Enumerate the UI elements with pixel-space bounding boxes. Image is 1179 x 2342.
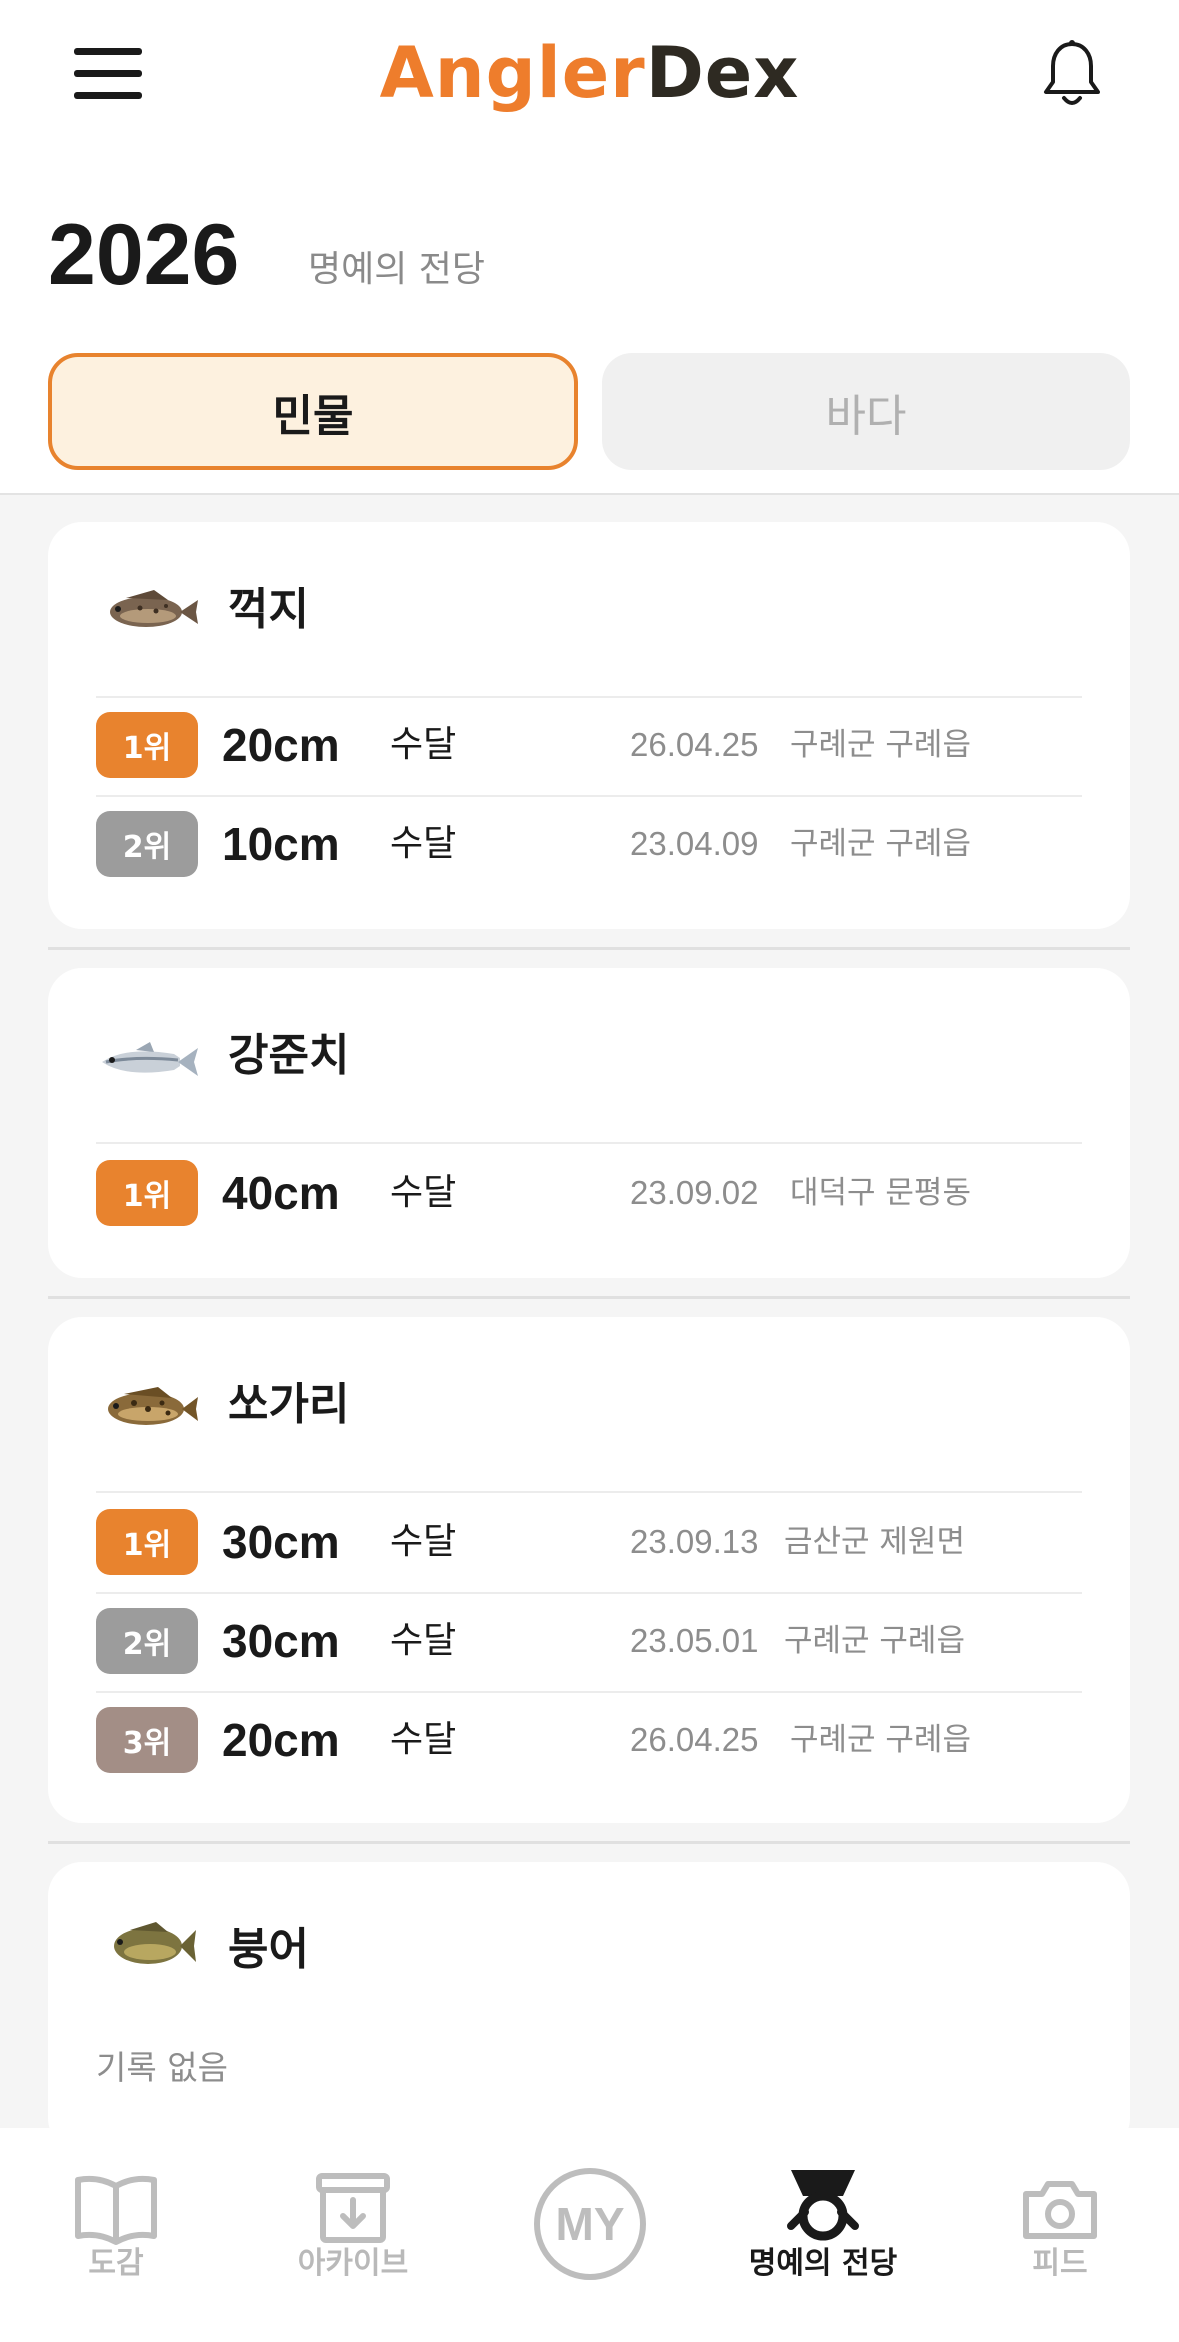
rank-badge: 1위 xyxy=(96,712,198,778)
book-icon xyxy=(75,2175,157,2245)
record-method: 수달 xyxy=(390,724,457,765)
record-method: 수달 xyxy=(390,1620,457,1661)
record-date: 23.04.09 xyxy=(630,825,759,862)
no-record-text: 기록 없음 xyxy=(96,2048,228,2087)
logo-part-dex: Dex xyxy=(645,32,800,114)
species-card[interactable]: 쏘가리 1위 30cm 수달 23.09.13 금산군 제원면 2위 30cm … xyxy=(48,1317,1130,1823)
record-method: 수달 xyxy=(390,823,457,864)
record-size: 30cm xyxy=(222,1516,340,1568)
record-size: 10cm xyxy=(222,818,340,870)
record-size: 40cm xyxy=(222,1167,340,1219)
app-logo: AnglerDex xyxy=(0,28,1179,118)
camera-icon xyxy=(1023,2181,1097,2239)
row-divider xyxy=(96,795,1082,797)
species-name: 꺽지 xyxy=(228,584,309,635)
trophy-medal-icon xyxy=(787,2170,859,2241)
record-date: 23.05.01 xyxy=(630,1622,759,1659)
species-name: 강준치 xyxy=(228,1030,350,1081)
record-row[interactable]: 2위 30cm 수달 23.05.01 구례군 구례읍 xyxy=(96,1592,1082,1674)
record-method: 수달 xyxy=(390,1521,457,1562)
nav-label: 명예의 전당 xyxy=(748,2246,898,2281)
nav-item-hall-of-fame[interactable]: 명예의 전당 xyxy=(713,2128,933,2342)
archive-icon xyxy=(316,2173,390,2243)
nav-label: 아카이브 xyxy=(297,2246,409,2281)
species-name: 붕어 xyxy=(228,1924,309,1975)
record-row[interactable]: 2위 10cm 수달 23.04.09 구례군 구례읍 xyxy=(96,795,1082,877)
rank-badge: 2위 xyxy=(96,811,198,877)
record-row[interactable]: 1위 40cm 수달 23.09.02 대덕구 문평동 xyxy=(96,1160,1082,1226)
record-place: 구례군 구례읍 xyxy=(790,727,971,763)
divider xyxy=(96,696,1082,698)
hall-year: 2026 xyxy=(48,207,240,303)
record-size: 20cm xyxy=(222,719,340,771)
divider xyxy=(96,1142,1082,1144)
record-row[interactable]: 3위 20cm 수달 26.04.25 구례군 구례읍 xyxy=(96,1691,1082,1773)
rank-badge: 1위 xyxy=(96,1160,198,1226)
record-method: 수달 xyxy=(390,1719,457,1760)
bell-icon[interactable] xyxy=(1040,38,1104,112)
section-divider xyxy=(48,947,1130,950)
tab-sea[interactable]: 바다 xyxy=(602,353,1130,470)
fish-icon xyxy=(108,1387,198,1425)
my-label: MY xyxy=(555,2198,625,2250)
nav-item-archive[interactable]: 아카이브 xyxy=(243,2128,463,2342)
record-row[interactable]: 1위 30cm 수달 23.09.13 금산군 제원면 xyxy=(96,1509,1082,1575)
logo-part-angler: Angler xyxy=(379,32,646,114)
record-size: 20cm xyxy=(222,1714,340,1766)
nav-label: 피드 xyxy=(1032,2246,1088,2281)
species-card[interactable]: 붕어 기록 없음 xyxy=(48,1862,1130,2152)
species-card[interactable]: 꺽지 1위 20cm 수달 26.04.25 구례군 구례읍 2위 10cm 수… xyxy=(48,522,1130,929)
species-card[interactable]: 강준치 1위 40cm 수달 23.09.02 대덕구 문평동 xyxy=(48,968,1130,1278)
nav-label: 도감 xyxy=(88,2246,144,2281)
record-size: 30cm xyxy=(222,1615,340,1667)
fish-icon xyxy=(114,1922,196,1964)
record-method: 수달 xyxy=(390,1172,457,1213)
bottom-nav: 도감 아카이브 MY 명예의 전당 피드 xyxy=(0,2128,1179,2342)
rank-badge: 2위 xyxy=(96,1608,198,1674)
row-divider xyxy=(96,1691,1082,1693)
record-date: 26.04.25 xyxy=(630,1721,759,1758)
record-place: 구례군 구례읍 xyxy=(790,1722,971,1758)
record-date: 23.09.13 xyxy=(630,1523,759,1560)
divider xyxy=(96,1491,1082,1493)
record-place: 구례군 구례읍 xyxy=(784,1623,965,1659)
tab-freshwater[interactable]: 민물 xyxy=(48,353,578,470)
section-divider xyxy=(48,1296,1130,1299)
hall-subtitle: 명예의 전당 xyxy=(308,249,486,290)
record-date: 26.04.25 xyxy=(630,726,759,763)
section-divider xyxy=(48,1841,1130,1844)
record-place: 금산군 제원면 xyxy=(784,1524,965,1560)
record-place: 구례군 구례읍 xyxy=(790,826,971,862)
record-place: 대덕구 문평동 xyxy=(790,1175,971,1211)
nav-item-my[interactable]: MY xyxy=(480,2128,700,2342)
rank-badge: 1위 xyxy=(96,1509,198,1575)
record-row[interactable]: 1위 20cm 수달 26.04.25 구례군 구례읍 xyxy=(96,712,1082,778)
record-date: 23.09.02 xyxy=(630,1174,759,1211)
row-divider xyxy=(96,1592,1082,1594)
fish-icon xyxy=(102,1042,198,1076)
header: AnglerDex 2026 명예의 전당 민물 바다 xyxy=(0,0,1179,495)
rank-badge: 3위 xyxy=(96,1707,198,1773)
fish-icon xyxy=(110,590,198,627)
nav-item-encyclopedia[interactable]: 도감 xyxy=(6,2128,226,2342)
species-name: 쏘가리 xyxy=(228,1379,350,1430)
nav-item-feed[interactable]: 피드 xyxy=(950,2128,1170,2342)
